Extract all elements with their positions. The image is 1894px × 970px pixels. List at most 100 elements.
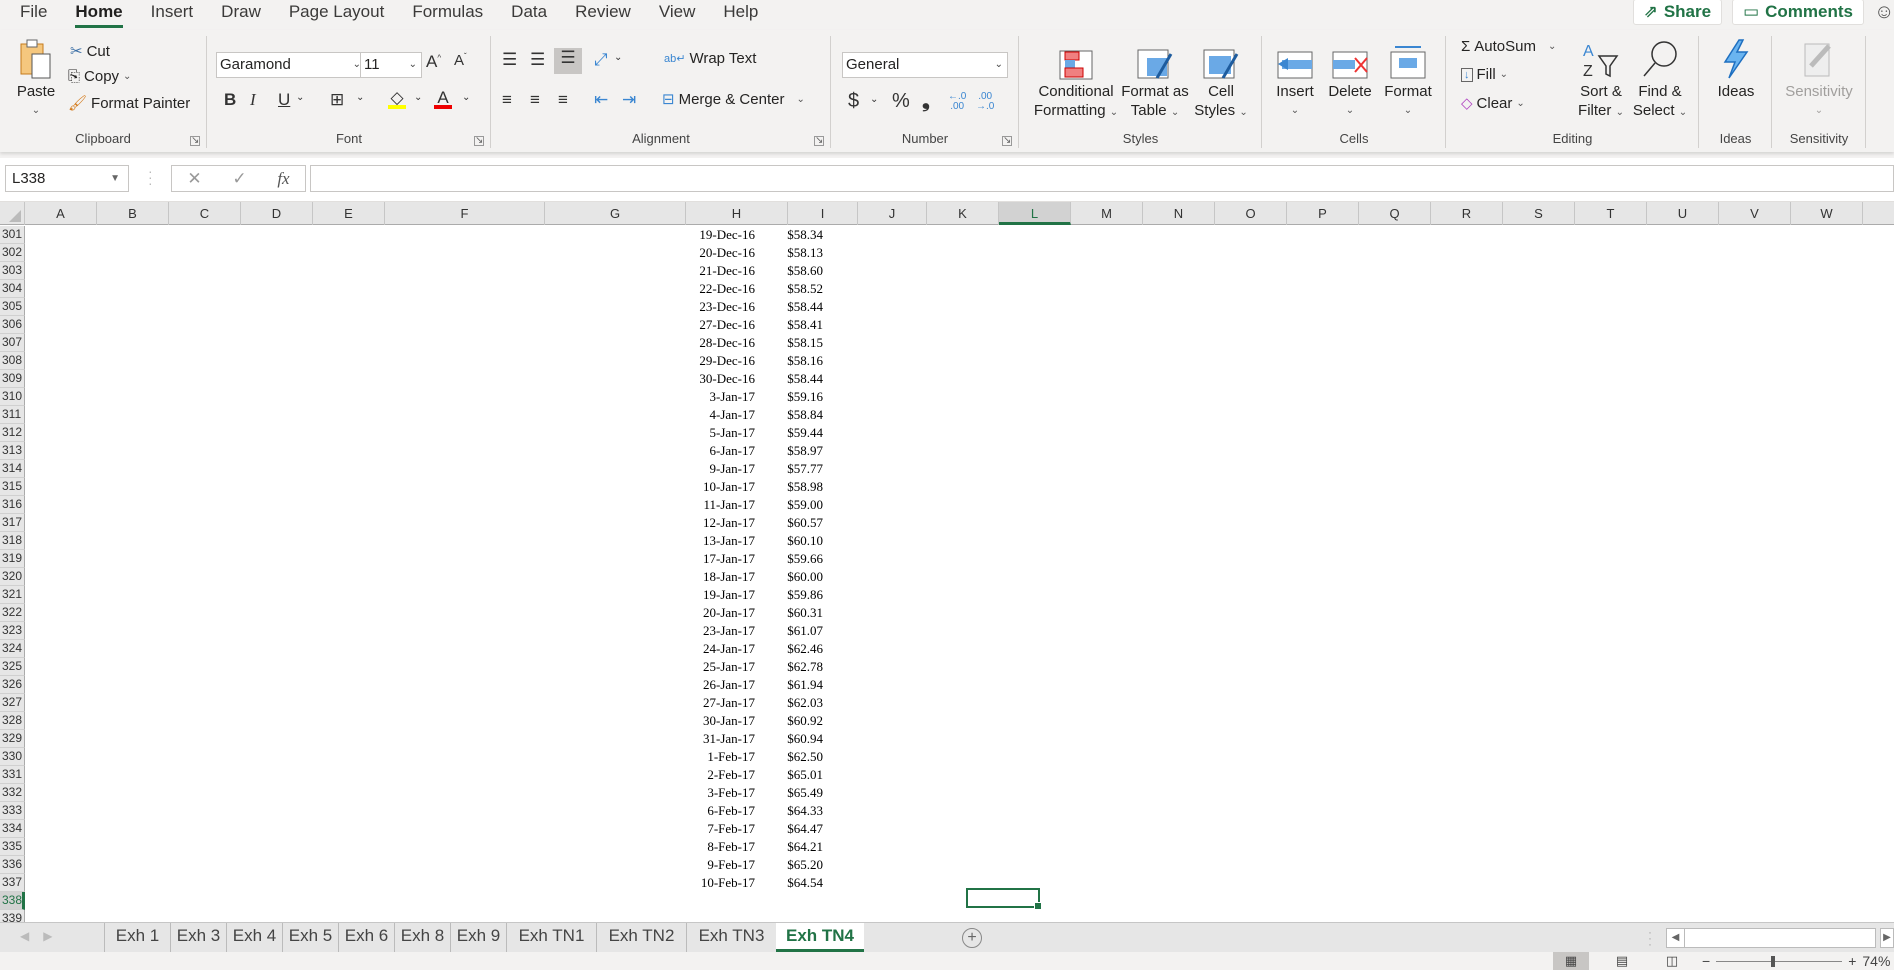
feedback-smiley-icon[interactable]: ☺: [1874, 1, 1894, 24]
date-cell[interactable]: 28-Dec-16: [688, 334, 755, 352]
row-header[interactable]: 329: [0, 730, 25, 748]
prev-sheet-icon[interactable]: ◀: [20, 929, 43, 943]
cell-styles-button[interactable]: Cell Styles ⌄: [1190, 36, 1252, 122]
price-cell[interactable]: $58.60: [757, 262, 823, 280]
row-header[interactable]: 312: [0, 424, 25, 442]
row-header[interactable]: 309: [0, 370, 25, 388]
menu-tab-home[interactable]: Home: [61, 0, 136, 30]
column-header-B[interactable]: B: [97, 202, 169, 225]
row-header[interactable]: 325: [0, 658, 25, 676]
zoom-out-button[interactable]: −: [1702, 953, 1710, 969]
spreadsheet-grid[interactable]: ABCDEFGHIJKLMNOPQRSTUVWX 30119-Dec-16$58…: [0, 202, 1894, 922]
price-cell[interactable]: $58.15: [757, 334, 823, 352]
row-header[interactable]: 328: [0, 712, 25, 730]
date-cell[interactable]: 29-Dec-16: [688, 352, 755, 370]
row-header[interactable]: 302: [0, 244, 25, 262]
date-cell[interactable]: 19-Jan-17: [688, 586, 755, 604]
clipboard-launcher-icon[interactable]: ↘: [190, 136, 200, 146]
fill-button[interactable]: ↓ Fill ⌄: [1461, 66, 1508, 83]
column-header-M[interactable]: M: [1071, 202, 1143, 225]
normal-view-icon[interactable]: ▦: [1553, 952, 1589, 970]
row-header[interactable]: 316: [0, 496, 25, 514]
format-cells-button[interactable]: Format ⌄: [1379, 36, 1437, 120]
align-middle-icon[interactable]: ☰: [530, 50, 545, 70]
row-header[interactable]: 317: [0, 514, 25, 532]
price-cell[interactable]: $59.86: [757, 586, 823, 604]
price-cell[interactable]: $62.03: [757, 694, 823, 712]
page-layout-view-icon[interactable]: ▤: [1604, 952, 1640, 970]
date-cell[interactable]: 10-Feb-17: [688, 874, 755, 892]
horizontal-scrollbar[interactable]: ◀: [1666, 928, 1876, 948]
price-cell[interactable]: $58.16: [757, 352, 823, 370]
zoom-slider[interactable]: [1716, 955, 1843, 967]
insert-cells-button[interactable]: Insert ⌄: [1269, 36, 1321, 120]
date-cell[interactable]: 7-Feb-17: [688, 820, 755, 838]
fill-color-icon[interactable]: ◇: [388, 88, 406, 109]
menu-tab-insert[interactable]: Insert: [137, 0, 208, 30]
date-cell[interactable]: 11-Jan-17: [688, 496, 755, 514]
date-cell[interactable]: 9-Feb-17: [688, 856, 755, 874]
row-header[interactable]: 338: [0, 892, 25, 910]
sheet-nav-arrows[interactable]: ◀▶: [20, 929, 66, 943]
share-button[interactable]: ⇗ Share: [1632, 0, 1723, 25]
delete-cells-button[interactable]: Delete ⌄: [1323, 36, 1377, 120]
row-header[interactable]: 313: [0, 442, 25, 460]
date-cell[interactable]: 27-Jan-17: [688, 694, 755, 712]
clear-button[interactable]: ◇ Clear ⌄: [1461, 94, 1525, 113]
row-header[interactable]: 327: [0, 694, 25, 712]
price-cell[interactable]: $60.31: [757, 604, 823, 622]
underline-button[interactable]: U: [278, 90, 290, 110]
price-cell[interactable]: $57.77: [757, 460, 823, 478]
bold-button[interactable]: B: [224, 90, 236, 110]
cut-button[interactable]: ✂ Cut: [70, 42, 110, 61]
price-cell[interactable]: $59.44: [757, 424, 823, 442]
currency-button[interactable]: $: [848, 90, 859, 113]
font-name-select[interactable]: Garamond ⌄: [216, 52, 366, 78]
menu-tab-draw[interactable]: Draw: [207, 0, 275, 30]
align-top-icon[interactable]: ☰: [502, 50, 517, 70]
column-header-V[interactable]: V: [1719, 202, 1791, 225]
row-header[interactable]: 330: [0, 748, 25, 766]
column-header-L[interactable]: L: [999, 202, 1071, 225]
scroll-left-icon[interactable]: ◀: [1667, 929, 1685, 947]
date-cell[interactable]: 24-Jan-17: [688, 640, 755, 658]
row-header[interactable]: 323: [0, 622, 25, 640]
menu-tab-file[interactable]: File: [0, 0, 61, 30]
active-cell-L338[interactable]: [966, 888, 1042, 910]
price-cell[interactable]: $58.44: [757, 370, 823, 388]
tab-split-handle[interactable]: · · ·: [1648, 926, 1652, 950]
price-cell[interactable]: $64.33: [757, 802, 823, 820]
date-cell[interactable]: 30-Dec-16: [688, 370, 755, 388]
column-header-X[interactable]: X: [1863, 202, 1894, 225]
price-cell[interactable]: $58.13: [757, 244, 823, 262]
row-header[interactable]: 322: [0, 604, 25, 622]
align-bottom-icon[interactable]: ☰: [554, 48, 582, 74]
date-cell[interactable]: 9-Jan-17: [688, 460, 756, 478]
sheet-tab-exh-1[interactable]: Exh 1: [104, 923, 170, 952]
row-header[interactable]: 314: [0, 460, 25, 478]
copy-dropdown-icon[interactable]: ⌄: [123, 71, 131, 82]
sheet-tab-exh-tn4[interactable]: Exh TN4: [776, 923, 864, 952]
percent-button[interactable]: %: [892, 90, 910, 113]
wrap-text-button[interactable]: ab↵ Wrap Text: [664, 50, 756, 67]
date-cell[interactable]: 22-Dec-16: [688, 280, 755, 298]
row-header[interactable]: 310: [0, 388, 25, 406]
row-header[interactable]: 306: [0, 316, 25, 334]
column-header-O[interactable]: O: [1215, 202, 1287, 225]
row-header[interactable]: 332: [0, 784, 25, 802]
sheet-tab-exh-9[interactable]: Exh 9: [450, 923, 506, 952]
date-cell[interactable]: 25-Jan-17: [688, 658, 755, 676]
zoom-level[interactable]: 74%: [1862, 953, 1890, 969]
paste-dropdown-icon[interactable]: ⌄: [12, 101, 60, 120]
date-cell[interactable]: 31-Jan-17: [688, 730, 755, 748]
formula-bar-resize-handle[interactable]: · · ·: [148, 164, 153, 190]
price-cell[interactable]: $58.98: [757, 478, 823, 496]
row-header[interactable]: 324: [0, 640, 25, 658]
row-header[interactable]: 336: [0, 856, 25, 874]
conditional-formatting-button[interactable]: Conditional Formatting ⌄: [1032, 36, 1120, 122]
column-header-J[interactable]: J: [858, 202, 927, 225]
number-format-select[interactable]: General ⌄: [842, 52, 1008, 78]
autosum-dropdown-icon[interactable]: ⌄: [1548, 41, 1556, 52]
menu-tab-page-layout[interactable]: Page Layout: [275, 0, 398, 30]
menu-tab-formulas[interactable]: Formulas: [398, 0, 497, 30]
